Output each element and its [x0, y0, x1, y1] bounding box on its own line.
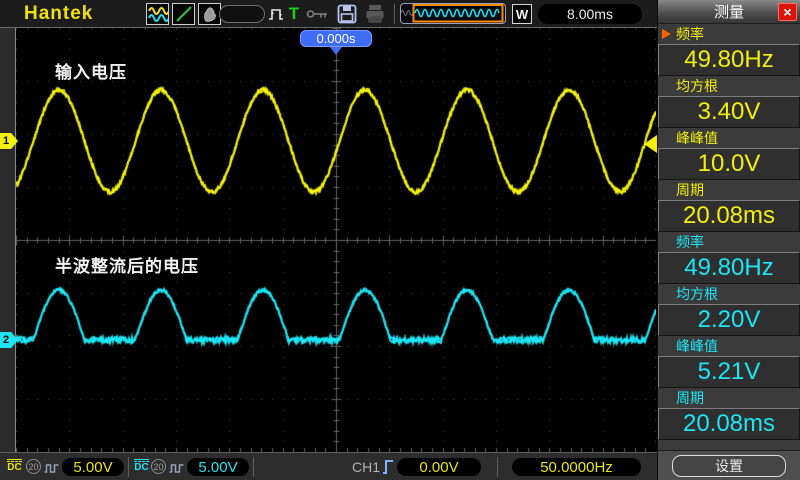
print-button[interactable]: [364, 3, 386, 25]
measure-label-row[interactable]: 频率: [658, 24, 800, 44]
pulse-trigger-icon: [268, 5, 286, 23]
trigger-frequency-readout[interactable]: 50.0000Hz: [512, 458, 641, 476]
dc-solid-line: [134, 459, 149, 460]
selected-measure-arrow-icon: [662, 29, 671, 39]
measure-label: 均方根: [676, 284, 718, 304]
ch2-coupling-icon[interactable]: DC: [133, 459, 150, 473]
measure-label-row[interactable]: 均方根: [658, 76, 800, 96]
measure-label-row[interactable]: 频率: [658, 232, 800, 252]
trigger-position-pointer-icon: [330, 47, 342, 55]
measure-value: 10.0V: [658, 148, 800, 180]
measure-value: 20.08ms: [658, 200, 800, 232]
measure-rows: 频率49.80Hz均方根3.40V峰峰值10.0V周期20.08ms频率49.8…: [658, 24, 800, 440]
ch1-scale-readout[interactable]: 5.00V: [62, 458, 124, 476]
measure-label: 频率: [676, 24, 704, 44]
sidebar-bottom-strip: 设置: [658, 450, 800, 480]
wave-overview-icon: [401, 4, 505, 23]
settings-button[interactable]: 设置: [672, 455, 786, 477]
trigger-slope-icon[interactable]: [382, 458, 394, 480]
trigger-level-readout[interactable]: 0.00V: [397, 458, 481, 476]
measure-label-row[interactable]: 周期: [658, 180, 800, 200]
ch2-bandwidth-icon[interactable]: 20: [151, 459, 166, 474]
pulse-trigger-button[interactable]: [268, 3, 286, 25]
channel-marker-strip: [0, 28, 16, 452]
w-mode-button[interactable]: W: [512, 4, 532, 24]
toolbar-separator: [394, 4, 395, 24]
trigger-position-tab[interactable]: 0.000s: [300, 30, 372, 47]
waveform-canvas: [16, 28, 656, 452]
trigger-t-button[interactable]: T: [287, 3, 301, 25]
statusbar-separator: [253, 457, 254, 477]
sidebar-title: 测量: [714, 1, 744, 22]
ch2-coupling-label: DC: [134, 463, 148, 473]
ch1-coupling-icon[interactable]: DC: [6, 459, 23, 473]
trigger-source-label[interactable]: CH1: [352, 459, 380, 475]
ch1-annotation: 输入电压: [55, 58, 127, 83]
measure-label: 峰峰值: [676, 128, 718, 148]
lock-button[interactable]: [306, 3, 330, 25]
measure-value: 5.21V: [658, 356, 800, 388]
save-button[interactable]: [336, 3, 358, 25]
channels-waves-button[interactable]: [146, 3, 169, 25]
cursor-line-button[interactable]: [172, 3, 195, 25]
measure-label: 周期: [676, 388, 704, 408]
measure-value: 49.80Hz: [658, 252, 800, 284]
toolbar: Hantek T: [0, 0, 657, 28]
measure-value: 20.08ms: [658, 408, 800, 440]
ch2-probe-icon[interactable]: [169, 461, 185, 479]
channels-waves-icon: [148, 5, 168, 23]
measure-value: 2.20V: [658, 304, 800, 336]
ch1-probe-icon[interactable]: [44, 461, 60, 479]
measure-label: 周期: [676, 180, 704, 200]
statusbar-separator: [128, 457, 129, 477]
statusbar: DC 20 5.00V DC 20 5.00V CH1 0.00V 50.000…: [0, 452, 657, 480]
dc-solid-line: [7, 459, 22, 460]
measure-label-row[interactable]: 峰峰值: [658, 128, 800, 148]
hand-icon: [201, 5, 219, 23]
measure-label-row[interactable]: 均方根: [658, 284, 800, 304]
oscilloscope-app: Hantek T: [0, 0, 800, 480]
close-icon[interactable]: ×: [778, 3, 797, 21]
save-floppy-icon: [337, 4, 357, 24]
measure-label-row[interactable]: 峰峰值: [658, 336, 800, 356]
hand-tool-button[interactable]: [198, 3, 221, 25]
key-lock-icon: [306, 7, 330, 21]
measure-label: 均方根: [676, 76, 718, 96]
ch2-scale-readout[interactable]: 5.00V: [187, 458, 249, 476]
print-icon: [365, 4, 385, 24]
measure-label: 频率: [676, 232, 704, 252]
sidebar-header: 测量 ×: [658, 0, 800, 24]
timebase-readout[interactable]: 8.00ms: [538, 4, 642, 24]
ch1-bandwidth-icon[interactable]: 20: [26, 459, 41, 474]
cursor-line-icon: [174, 5, 194, 23]
waveform-screen: 输入电压 半波整流后的电压 0.000s 1 2: [0, 28, 657, 452]
statusbar-separator: [497, 457, 498, 477]
ch2-annotation: 半波整流后的电压: [55, 252, 199, 277]
measure-sidebar: 测量 × 频率49.80Hz均方根3.40V峰峰值10.0V周期20.08ms频…: [657, 0, 800, 480]
ch1-coupling-label: DC: [7, 463, 21, 473]
measure-label-row[interactable]: 周期: [658, 388, 800, 408]
toolbar-empty-slot: [219, 5, 265, 23]
measure-value: 3.40V: [658, 96, 800, 128]
brand-logo: Hantek: [24, 3, 93, 25]
measure-value: 49.80Hz: [658, 44, 800, 76]
measure-label: 峰峰值: [676, 336, 718, 356]
wave-overview-widget[interactable]: [400, 3, 506, 24]
